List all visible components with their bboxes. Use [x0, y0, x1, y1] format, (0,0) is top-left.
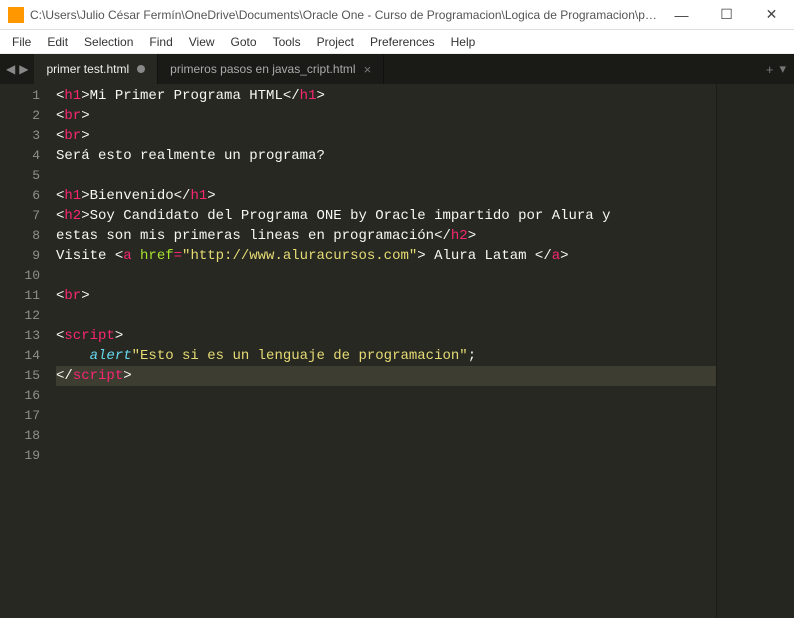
tab-history-forward-icon[interactable]: ▶ [19, 62, 28, 76]
tabbar: ◀ ▶ primer test.html primeros pasos en j… [0, 54, 794, 84]
line-number: 1 [0, 86, 40, 106]
tab-history-back-icon[interactable]: ◀ [6, 62, 15, 76]
line-number: 14 [0, 346, 40, 366]
maximize-button[interactable]: ☐ [704, 0, 749, 30]
line-number: 19 [0, 446, 40, 466]
close-button[interactable]: ✕ [749, 0, 794, 30]
line-number: 5 [0, 166, 40, 186]
new-tab-icon[interactable]: + [766, 62, 774, 77]
line-number: 2 [0, 106, 40, 126]
line-number: 16 [0, 386, 40, 406]
tab-dropdown-icon[interactable]: ▾ [779, 61, 786, 77]
line-number: 10 [0, 266, 40, 286]
tab-label: primeros pasos en javas_cript.html [170, 62, 355, 76]
menu-selection[interactable]: Selection [76, 32, 141, 52]
menu-find[interactable]: Find [141, 32, 180, 52]
app-icon [8, 7, 24, 23]
menu-tools[interactable]: Tools [265, 32, 309, 52]
menubar: File Edit Selection Find View Goto Tools… [0, 30, 794, 54]
line-number: 13 [0, 326, 40, 346]
window-controls: — ☐ ✕ [659, 0, 794, 30]
tab-nav: ◀ ▶ [0, 54, 34, 84]
tab-primer-test[interactable]: primer test.html [34, 54, 158, 84]
dirty-indicator-icon [137, 65, 145, 73]
line-number: 8 [0, 226, 40, 246]
line-number: 11 [0, 286, 40, 306]
line-number: 9 [0, 246, 40, 266]
line-number: 6 [0, 186, 40, 206]
menu-goto[interactable]: Goto [223, 32, 265, 52]
menu-view[interactable]: View [181, 32, 223, 52]
menu-preferences[interactable]: Preferences [362, 32, 443, 52]
line-number: 4 [0, 146, 40, 166]
line-number: 12 [0, 306, 40, 326]
menu-file[interactable]: File [4, 32, 39, 52]
line-number-gutter: 1 2 3 4 5 6 7 8 9 10 11 12 13 14 15 16 1… [0, 84, 50, 618]
close-tab-icon[interactable]: × [364, 62, 372, 77]
tab-primeros-pasos[interactable]: primeros pasos en javas_cript.html × [158, 54, 384, 84]
menu-edit[interactable]: Edit [39, 32, 76, 52]
line-number: 18 [0, 426, 40, 446]
tab-label: primer test.html [46, 62, 129, 76]
editor: 1 2 3 4 5 6 7 8 9 10 11 12 13 14 15 16 1… [0, 84, 794, 618]
minimap[interactable] [716, 84, 794, 618]
tabbar-right: + ▾ [758, 54, 794, 84]
minimize-button[interactable]: — [659, 0, 704, 30]
line-number: 17 [0, 406, 40, 426]
menu-help[interactable]: Help [443, 32, 484, 52]
code-area[interactable]: <h1>Mi Primer Programa HTML</h1><br><br>… [50, 84, 716, 618]
line-number: 15 [0, 366, 40, 386]
titlebar: C:\Users\Julio César Fermín\OneDrive\Doc… [0, 0, 794, 30]
menu-project[interactable]: Project [309, 32, 362, 52]
line-number: 3 [0, 126, 40, 146]
window-title: C:\Users\Julio César Fermín\OneDrive\Doc… [30, 8, 659, 22]
line-number: 7 [0, 206, 40, 226]
